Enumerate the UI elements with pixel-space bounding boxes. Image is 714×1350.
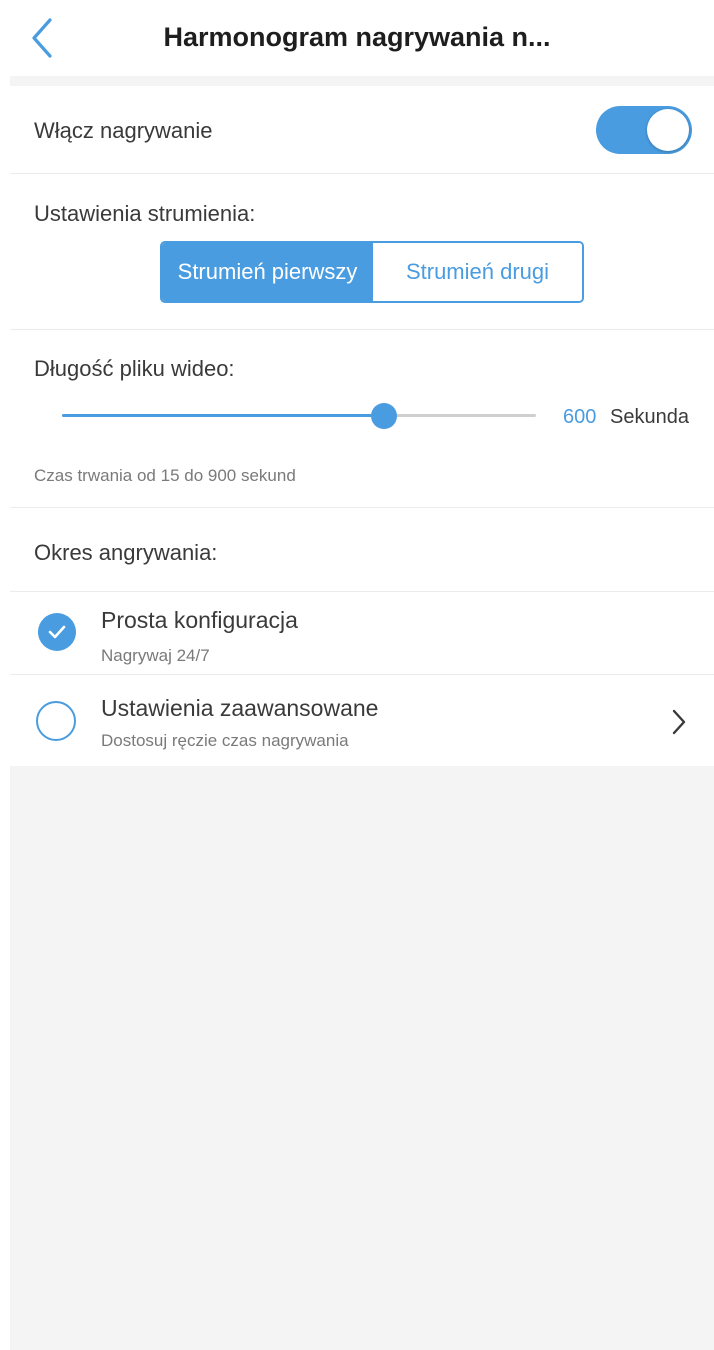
- option-subtitle: Dostosuj ręczie czas nagrywania: [101, 731, 349, 750]
- option-title: Prosta konfiguracja: [101, 607, 298, 633]
- file-length-hint: Czas trwania od 15 do 900 sekund: [34, 466, 296, 485]
- advanced-settings-option[interactable]: Ustawienia zaawansowane Dostosuj ręczie …: [10, 675, 714, 766]
- stream-first-option[interactable]: Strumień pierwszy: [162, 243, 373, 301]
- recording-schedule-screen: Harmonogram nagrywania n... Włącz nagryw…: [0, 0, 714, 1350]
- toggle-knob: [647, 109, 689, 151]
- check-circle-icon: [38, 613, 76, 651]
- page-title: Harmonogram nagrywania n...: [163, 22, 551, 52]
- enable-recording-label: Włącz nagrywanie: [34, 118, 213, 143]
- slider-fill: [62, 414, 385, 417]
- file-length-slider[interactable]: [62, 400, 536, 430]
- simple-config-option[interactable]: Prosta konfiguracja Nagrywaj 24/7: [10, 592, 714, 674]
- chevron-left-icon: [32, 18, 52, 58]
- chevron-right-icon: [672, 709, 686, 735]
- stream-settings-label: Ustawienia strumienia:: [34, 201, 256, 226]
- stream-selector: Strumień pierwszy Strumień drugi: [160, 241, 584, 303]
- back-button[interactable]: [22, 14, 66, 62]
- slider-thumb[interactable]: [371, 403, 398, 429]
- header-divider: [10, 76, 714, 86]
- stream-second-option[interactable]: Strumień drugi: [373, 243, 582, 301]
- enable-recording-toggle[interactable]: [596, 106, 692, 154]
- option-subtitle: Nagrywaj 24/7: [101, 646, 210, 665]
- empty-background-area: [10, 766, 714, 1350]
- divider: [10, 329, 714, 330]
- option-title: Ustawienia zaawansowane: [101, 695, 379, 721]
- top-bar: Harmonogram nagrywania n...: [0, 0, 714, 76]
- divider: [10, 507, 714, 508]
- file-length-unit: Sekunda: [610, 406, 689, 428]
- divider: [10, 173, 714, 174]
- file-length-value: 600: [563, 406, 597, 428]
- radio-empty-icon: [36, 701, 76, 741]
- recording-period-label: Okres angrywania:: [34, 540, 218, 565]
- file-length-label: Długość pliku wideo:: [34, 356, 235, 381]
